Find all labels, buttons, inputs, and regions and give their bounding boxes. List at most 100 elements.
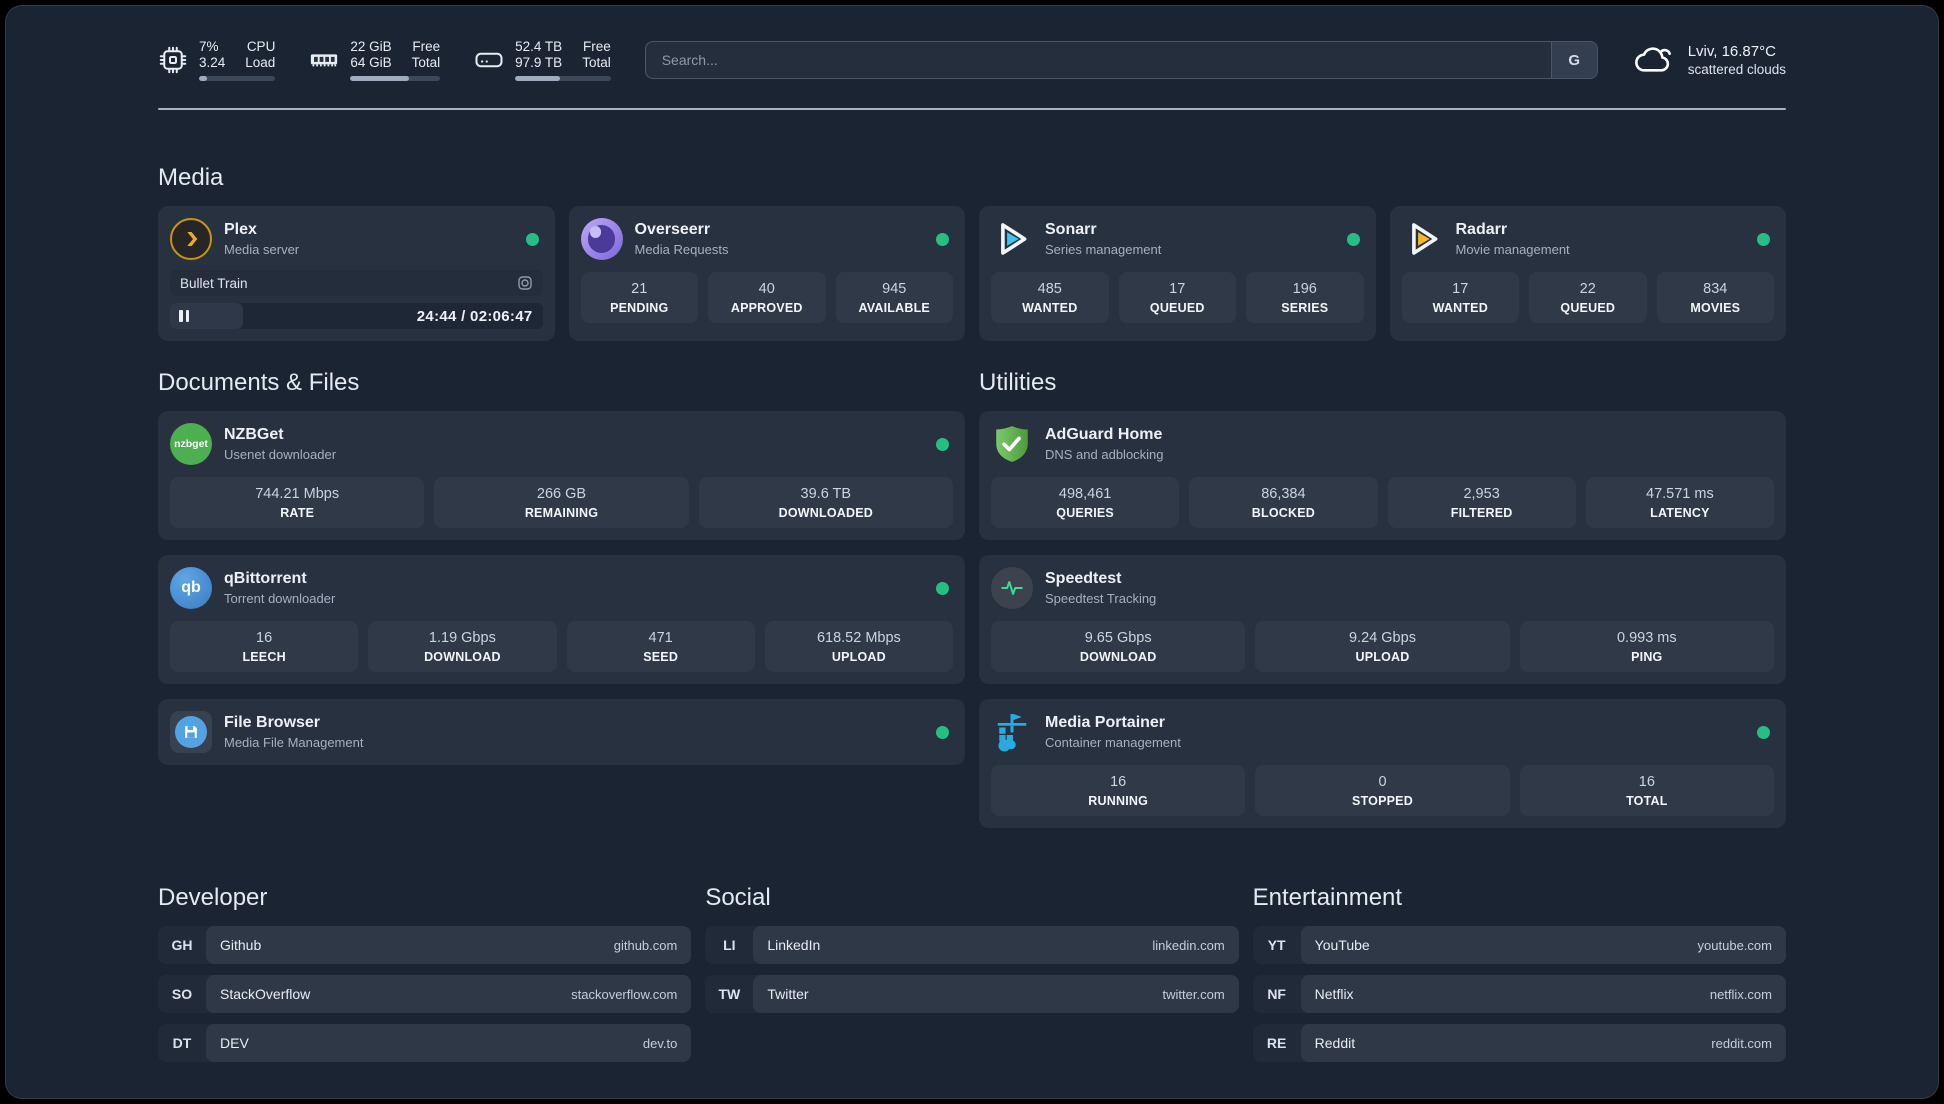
app-name: Plex	[224, 221, 257, 238]
stat-value: 945	[882, 281, 907, 297]
link-row-netflix[interactable]: NF Netflix netflix.com	[1252, 975, 1786, 1013]
stat-label: PING	[1631, 650, 1663, 664]
stat-label: PENDING	[610, 301, 669, 315]
stat-value: 40	[758, 281, 775, 297]
app-card-speedtest[interactable]: Speedtest Speedtest Tracking 9.65 Gbps D…	[979, 555, 1786, 684]
app-card-filebrowser[interactable]: File Browser Media File Management	[158, 699, 965, 765]
disk-free-label: Free	[582, 39, 611, 54]
stat-label: LEECH	[242, 650, 286, 664]
stat-label: FILTERED	[1450, 506, 1513, 520]
system-stats: 7% 3.24 CPU Load 22 GiB 64 GiB Free Tota…	[158, 39, 611, 81]
section-title-social: Social	[705, 884, 771, 911]
link-row-twitter[interactable]: TW Twitter twitter.com	[705, 975, 1239, 1013]
app-card-plex[interactable]: Plex Media server Bullet Train 24:44 / 0…	[158, 206, 555, 341]
cpu-progress-bar	[199, 76, 276, 81]
app-description: Media server	[224, 242, 300, 257]
status-dot	[936, 581, 949, 595]
search-engine-button[interactable]: G	[1550, 42, 1597, 78]
weather-widget[interactable]: Lviv, 16.87°C scattered clouds	[1632, 42, 1786, 78]
media-grid: Plex Media server Bullet Train 24:44 / 0…	[158, 206, 1786, 341]
developer-section: Developer GH Github github.com SO StackO…	[158, 884, 692, 1062]
stat-label: QUEUED	[1149, 301, 1205, 315]
status-dot	[936, 725, 949, 739]
stat-tile: 498,461 QUERIES	[991, 477, 1180, 528]
status-dot	[1346, 232, 1360, 246]
link-url: netflix.com	[1709, 986, 1772, 1002]
app-name: Radarr	[1455, 221, 1508, 238]
social-section: Social LI LinkedIn linkedin.com TW Twitt…	[705, 884, 1239, 1062]
stat-label: UPLOAD	[831, 650, 886, 664]
link-name: LinkedIn	[767, 937, 821, 953]
app-description: Movie management	[1455, 242, 1570, 257]
app-card-radarr[interactable]: Radarr Movie management 17 WANTED 22 QUE…	[1389, 206, 1786, 341]
stat-label: WANTED	[1432, 301, 1488, 315]
cpu-load-value: 3.24	[199, 55, 226, 70]
link-tag: TW	[718, 986, 741, 1002]
stat-value: 9.65 Gbps	[1084, 630, 1152, 646]
search-bar: G	[644, 41, 1598, 79]
stat-tile: 40 APPROVED	[708, 272, 826, 323]
app-description: Usenet downloader	[224, 447, 337, 462]
app-name: qBittorrent	[224, 570, 307, 587]
app-card-portainer[interactable]: Media Portainer Container management 16 …	[979, 699, 1786, 828]
documents-column: Documents & Files nzbget NZBGet Usenet d…	[158, 369, 965, 828]
stat-tile: 1.19 Gbps DOWNLOAD	[368, 621, 557, 672]
stat-tile: 39.6 TB DOWNLOADED	[698, 477, 953, 528]
link-tag: DT	[172, 1035, 192, 1051]
stat-value: 21	[631, 281, 648, 297]
adguard-icon	[991, 423, 1033, 465]
app-description: Media Requests	[634, 242, 729, 257]
status-dot	[1757, 232, 1770, 246]
app-name: Media Portainer	[1045, 714, 1166, 731]
disk-total-value: 97.9 TB	[515, 55, 563, 70]
playback-time: 24:44 / 02:06:47	[416, 307, 533, 325]
app-card-sonarr[interactable]: Sonarr Series management 485 WANTED 17 Q…	[979, 206, 1376, 341]
app-name: NZBGet	[224, 426, 284, 443]
playback-progress-bar[interactable]: 24:44 / 02:06:47	[170, 303, 543, 329]
cpu-usage-value: 7%	[199, 39, 219, 54]
app-card-adguard[interactable]: AdGuard Home DNS and adblocking 498,461 …	[979, 411, 1786, 540]
memory-total-label: Total	[411, 55, 441, 70]
app-name: Sonarr	[1045, 221, 1097, 238]
app-name: Overseerr	[634, 221, 711, 238]
stat-label: UPLOAD	[1355, 650, 1410, 664]
cpu-chip-icon	[159, 46, 187, 74]
stat-tile: 22 QUEUED	[1529, 272, 1647, 323]
stat-value: 17	[1169, 281, 1186, 297]
link-url: stackoverflow.com	[571, 986, 678, 1002]
app-card-nzbget[interactable]: nzbget NZBGet Usenet downloader 744.21 M…	[158, 411, 965, 540]
app-card-qbittorrent[interactable]: qb qBittorrent Torrent downloader 16 LEE…	[158, 555, 965, 684]
app-description: Speedtest Tracking	[1045, 591, 1157, 606]
link-row-reddit[interactable]: RE Reddit reddit.com	[1252, 1024, 1786, 1062]
search-input[interactable]	[645, 42, 1551, 78]
weather-location-temp: Lviv, 16.87°C	[1687, 43, 1776, 60]
link-name: Netflix	[1314, 986, 1354, 1002]
memory-progress-bar	[350, 76, 441, 81]
link-row-dev[interactable]: DT DEV dev.to	[158, 1024, 692, 1062]
stat-tile: 618.52 Mbps UPLOAD	[764, 621, 953, 672]
link-row-youtube[interactable]: YT YouTube youtube.com	[1252, 926, 1786, 964]
link-row-github[interactable]: GH Github github.com	[158, 926, 692, 964]
stat-label: SERIES	[1281, 301, 1329, 315]
stat-tile: 16 LEECH	[170, 621, 359, 672]
session-target-icon[interactable]	[517, 275, 533, 291]
section-title-documents: Documents & Files	[158, 369, 360, 396]
stat-label: STOPPED	[1352, 794, 1413, 808]
app-name: Speedtest	[1045, 570, 1122, 587]
stat-value: 196	[1292, 281, 1317, 297]
link-row-stackoverflow[interactable]: SO StackOverflow stackoverflow.com	[158, 975, 692, 1013]
link-row-linkedin[interactable]: LI LinkedIn linkedin.com	[705, 926, 1239, 964]
stat-label: MOVIES	[1690, 301, 1741, 315]
stat-value: 17	[1452, 281, 1469, 297]
link-url: linkedin.com	[1152, 937, 1225, 953]
link-url: youtube.com	[1697, 937, 1772, 953]
stat-label: SEED	[643, 650, 679, 664]
stat-value: 266 GB	[536, 486, 587, 502]
memory-stat: 22 GiB 64 GiB Free Total	[309, 39, 441, 81]
stat-label: AVAILABLE	[858, 301, 930, 315]
app-card-overseerr[interactable]: Overseerr Media Requests 21 PENDING 40 A…	[568, 206, 965, 341]
plex-icon	[170, 218, 212, 260]
stat-label: DOWNLOAD	[424, 650, 501, 664]
stat-tile: 834 MOVIES	[1656, 272, 1774, 323]
stat-value: 834	[1703, 281, 1728, 297]
